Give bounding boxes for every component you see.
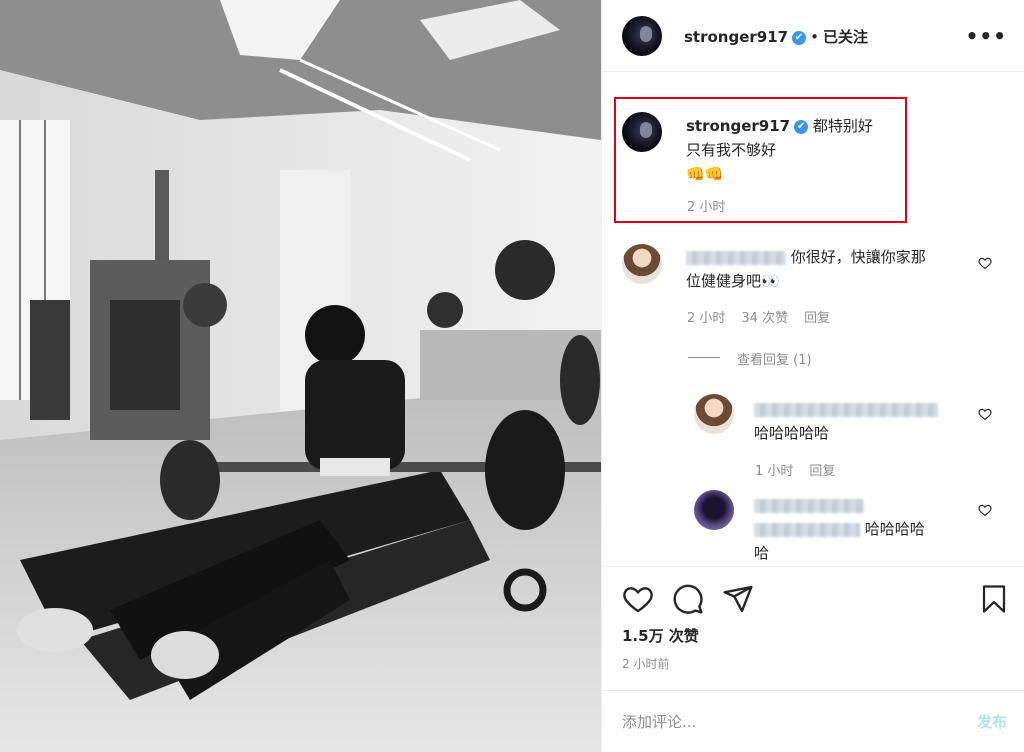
likes-count[interactable]: 1.5万 次赞 <box>622 625 699 646</box>
comment-input[interactable]: 添加评论... <box>622 711 696 732</box>
post-photo[interactable] <box>0 0 601 752</box>
reply-1-meta: 1 小时 回复 <box>755 460 851 479</box>
reply-1-time[interactable]: 1 小时 <box>755 464 793 479</box>
comment-1-time[interactable]: 2 小时 <box>687 311 725 326</box>
caption-username[interactable]: stronger917 <box>686 117 790 135</box>
reply-avatar[interactable] <box>694 394 734 434</box>
reply-2: 哈哈哈哈 哈 <box>754 493 974 565</box>
reply-2-line1: 哈哈哈哈 <box>864 520 925 538</box>
blurred-username[interactable] <box>754 498 864 513</box>
comment-1-meta: 2 小时 34 次赞 回复 <box>687 307 846 326</box>
comment-1-likes[interactable]: 34 次赞 <box>741 311 788 326</box>
reply-2-line2: 哈 <box>754 544 770 562</box>
caption-time[interactable]: 2 小时 <box>687 196 725 215</box>
post-time[interactable]: 2 小时前 <box>622 655 669 672</box>
comment-1-reply-button[interactable]: 回复 <box>804 311 830 326</box>
view-replies-button[interactable]: 查看回复 (1) <box>737 349 812 368</box>
gym-photo <box>0 0 601 752</box>
verified-icon: ✔ <box>792 30 807 45</box>
more-icon[interactable]: ••• <box>966 24 1007 48</box>
caption-line2: 只有我不够好 <box>686 141 777 159</box>
post-comment-button[interactable]: 发布 <box>977 711 1007 732</box>
blurred-username[interactable] <box>754 402 938 417</box>
post-detail-panel: stronger917 ✔ • 已关注 ••• stronger917 ✔ 都特别好 只… <box>601 0 1024 752</box>
header-user-row: stronger917 ✔ • 已关注 <box>684 26 868 47</box>
verified-icon: ✔ <box>794 119 809 134</box>
add-comment-bar: 添加评论... 发布 <box>602 690 1024 752</box>
commenter-avatar[interactable] <box>622 244 662 284</box>
action-bar <box>602 566 1024 666</box>
comment-1-line2: 位健健身吧👀 <box>686 272 780 290</box>
post-header: stronger917 ✔ • 已关注 ••• <box>602 0 1024 72</box>
follow-status-button[interactable]: 已关注 <box>823 28 868 46</box>
comment-icon[interactable] <box>672 583 704 615</box>
reply-avatar[interactable] <box>694 490 734 530</box>
blurred-username[interactable] <box>686 250 786 265</box>
dot-separator: • <box>810 28 819 46</box>
heart-icon[interactable] <box>622 583 654 615</box>
reply-1-reply-button[interactable]: 回复 <box>809 464 835 479</box>
bookmark-icon[interactable] <box>979 583 1009 615</box>
comment-1: 你很好，快讓你家那 位健健身吧👀 <box>686 245 986 293</box>
caption-emoji: 👊👊 <box>686 165 724 183</box>
heart-icon[interactable] <box>978 407 992 421</box>
caption-line1: 都特别好 <box>812 117 873 135</box>
reply-1: 哈哈哈哈哈 <box>754 397 974 445</box>
share-icon[interactable] <box>722 583 754 615</box>
caption-avatar[interactable] <box>622 112 662 152</box>
reply-1-text: 哈哈哈哈哈 <box>754 424 830 442</box>
replies-divider <box>688 357 720 358</box>
heart-icon[interactable] <box>978 256 992 270</box>
author-avatar[interactable] <box>622 16 662 56</box>
author-username[interactable]: stronger917 <box>684 28 788 46</box>
heart-icon[interactable] <box>978 503 992 517</box>
blurred-mention[interactable] <box>754 522 860 537</box>
comment-1-line1: 你很好，快讓你家那 <box>790 248 926 266</box>
caption: stronger917 ✔ 都特别好 只有我不够好 👊👊 <box>686 114 1006 186</box>
